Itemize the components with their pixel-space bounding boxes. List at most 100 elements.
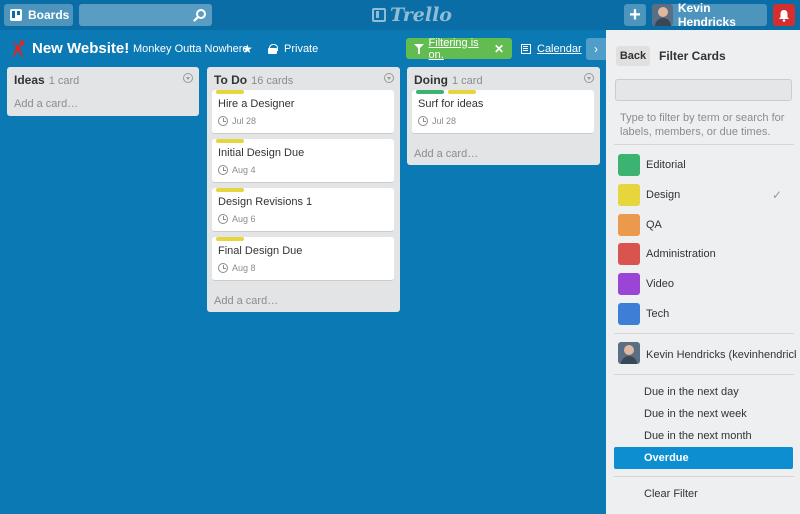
add-card-link[interactable]: Add a card… [14, 98, 78, 110]
due-badge: Aug 4 [218, 165, 256, 175]
list-doing: Doing 1 card Surf for ideas Jul 28 Add a… [407, 67, 600, 165]
clear-filter-link[interactable]: Clear Filter [644, 488, 698, 500]
card[interactable]: Design Revisions 1 Aug 6 [212, 188, 394, 232]
calendar-button[interactable]: Calendar [521, 43, 582, 55]
label-name: Design [646, 189, 681, 201]
list-ideas: Ideas 1 card Add a card… [7, 67, 199, 116]
filter-input[interactable] [616, 80, 791, 100]
due-filter-next-month[interactable]: Due in the next month [614, 425, 793, 447]
board-team[interactable]: Monkey Outta Nowhere [133, 43, 249, 55]
list-header: To Do 16 cards [214, 73, 293, 87]
label-filter-video[interactable]: Video [606, 270, 800, 298]
due-filter-next-week[interactable]: Due in the next week [614, 403, 793, 425]
top-header: Boards Trello + Kevin Hendricks [0, 0, 800, 30]
divider [614, 144, 794, 145]
card[interactable]: Surf for ideas Jul 28 [412, 90, 594, 134]
lock-icon [268, 44, 278, 54]
list-header: Ideas 1 card [14, 73, 79, 87]
board-logo-icon [12, 40, 25, 59]
filter-sidebar: Back Filter Cards Type to filter by term… [606, 30, 800, 514]
list-header: Doing 1 card [414, 73, 483, 87]
back-button[interactable]: Back [616, 46, 650, 66]
label-filter-tech[interactable]: Tech [606, 300, 800, 328]
filter-status-pill[interactable]: Filtering is on. ✕ [406, 37, 512, 61]
search-icon[interactable] [193, 8, 207, 22]
card-title: Surf for ideas [418, 98, 484, 110]
card-label-design [448, 90, 476, 94]
board-title[interactable]: New Website! [32, 40, 129, 57]
filter-help-text: Type to filter by term or search for lab… [620, 112, 785, 138]
visibility-label: Private [284, 43, 319, 55]
notifications-button[interactable] [773, 4, 795, 26]
boards-button[interactable]: Boards [4, 4, 73, 26]
clock-icon [218, 116, 228, 126]
card-label-design [216, 90, 244, 94]
label-name: Tech [646, 308, 670, 320]
list-title[interactable]: Ideas [14, 73, 45, 87]
star-icon[interactable]: ★ [242, 42, 253, 56]
member-menu-button[interactable]: Kevin Hendricks [652, 1, 767, 29]
add-card-link[interactable]: Add a card… [214, 295, 278, 307]
label-swatch [618, 273, 640, 295]
check-icon: ✓ [772, 188, 783, 202]
list-count: 1 card [452, 75, 483, 87]
card[interactable]: Hire a Designer Jul 28 [212, 90, 394, 134]
card-title: Design Revisions 1 [218, 196, 313, 208]
label-filter-administration[interactable]: Administration [606, 240, 800, 268]
list-title[interactable]: Doing [414, 73, 448, 87]
collapse-sidebar-button[interactable]: › [586, 38, 606, 60]
search-box[interactable] [79, 4, 212, 26]
due-date: Jul 28 [432, 116, 457, 126]
member-name: Kevin Hendricks [677, 1, 736, 29]
filter-input-wrap[interactable] [615, 79, 792, 101]
due-badge: Jul 28 [418, 116, 456, 126]
card-label-design [216, 139, 244, 143]
clear-filter-icon[interactable]: ✕ [494, 42, 504, 56]
bell-icon [779, 9, 789, 22]
label-swatch [618, 214, 640, 236]
calendar-label: Calendar [537, 43, 582, 55]
due-filter-overdue[interactable]: Overdue [614, 447, 793, 469]
due-date: Jul 28 [232, 116, 257, 126]
avatar [652, 4, 673, 26]
card-label-editorial [416, 90, 444, 94]
card[interactable]: Initial Design Due Aug 4 [212, 139, 394, 183]
label-swatch [618, 303, 640, 325]
due-date: Aug 4 [232, 165, 256, 175]
add-card-link[interactable]: Add a card… [414, 148, 478, 160]
due-badge: Aug 6 [218, 214, 256, 224]
label-filter-qa[interactable]: QA [606, 211, 800, 239]
list-menu-icon[interactable] [384, 73, 394, 83]
card-title: Hire a Designer [218, 98, 295, 110]
list-menu-icon[interactable] [584, 73, 594, 83]
clock-icon [218, 214, 228, 224]
card[interactable]: Final Design Due Aug 8 [212, 237, 394, 281]
list-title[interactable]: To Do [214, 73, 247, 87]
member-filter-name[interactable]: Kevin Hendricks (kevinhendricks) [646, 349, 796, 361]
clock-icon [218, 263, 228, 273]
filter-icon [414, 43, 424, 54]
card-label-design [216, 237, 244, 241]
due-filter-next-day[interactable]: Due in the next day [614, 381, 793, 403]
list-menu-icon[interactable] [183, 73, 193, 83]
trello-logo[interactable]: Trello [372, 4, 452, 26]
divider [614, 476, 794, 477]
chevron-right-icon: › [594, 42, 598, 56]
label-filter-editorial[interactable]: Editorial [606, 151, 800, 179]
visibility-toggle[interactable]: Private [268, 43, 318, 55]
due-badge: Aug 8 [218, 263, 256, 273]
clock-icon [418, 116, 428, 126]
due-date: Aug 6 [232, 214, 256, 224]
card-title: Initial Design Due [218, 147, 305, 159]
add-button[interactable]: + [624, 4, 646, 26]
label-swatch [618, 184, 640, 206]
card-label-design [216, 188, 244, 192]
list-to-do: To Do 16 cards Hire a Designer Jul 28 In… [207, 67, 400, 312]
filter-status-text[interactable]: Filtering is on. [429, 37, 494, 61]
label-name: Administration [646, 248, 716, 260]
label-swatch [618, 243, 640, 265]
label-filter-design[interactable]: Design ✓ [606, 181, 800, 209]
label-name: QA [646, 219, 662, 231]
divider [614, 333, 794, 334]
logo-text: Trello [390, 4, 452, 26]
